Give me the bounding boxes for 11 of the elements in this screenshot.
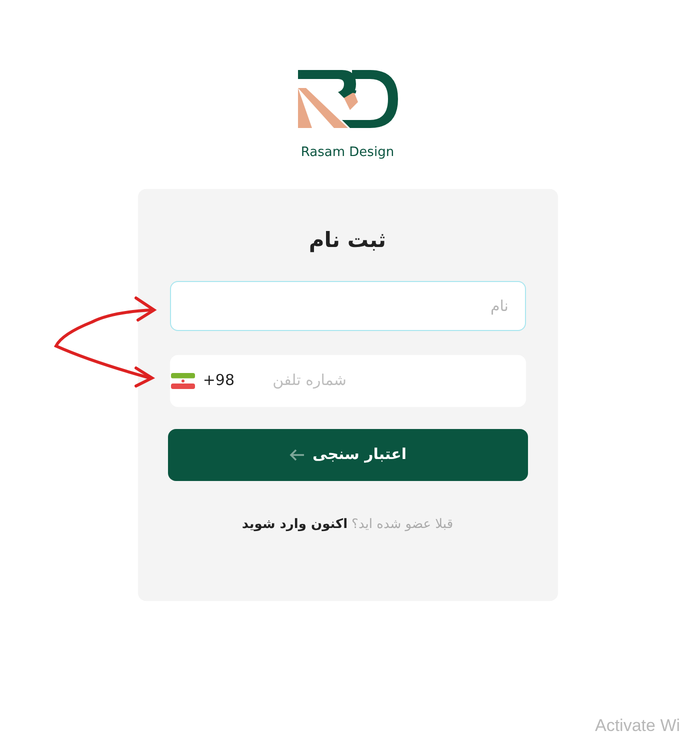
form-title: ثبت نام: [308, 227, 386, 254]
login-link[interactable]: اکنون وارد شوید: [242, 514, 348, 534]
logo-caption: Rasam Design: [300, 146, 394, 159]
activation-notice: Activate Wi: [595, 715, 680, 735]
footer-question: قبلا عضو شده اید؟: [352, 516, 454, 534]
validate-button[interactable]: اعتبار سنجی: [168, 428, 528, 480]
name-field[interactable]: نام: [170, 280, 526, 330]
flag-icon: [170, 372, 195, 388]
arrow-left-icon: [288, 448, 305, 462]
country-code: +98: [202, 370, 234, 392]
phone-input[interactable]: شماره تلفن: [246, 369, 346, 392]
